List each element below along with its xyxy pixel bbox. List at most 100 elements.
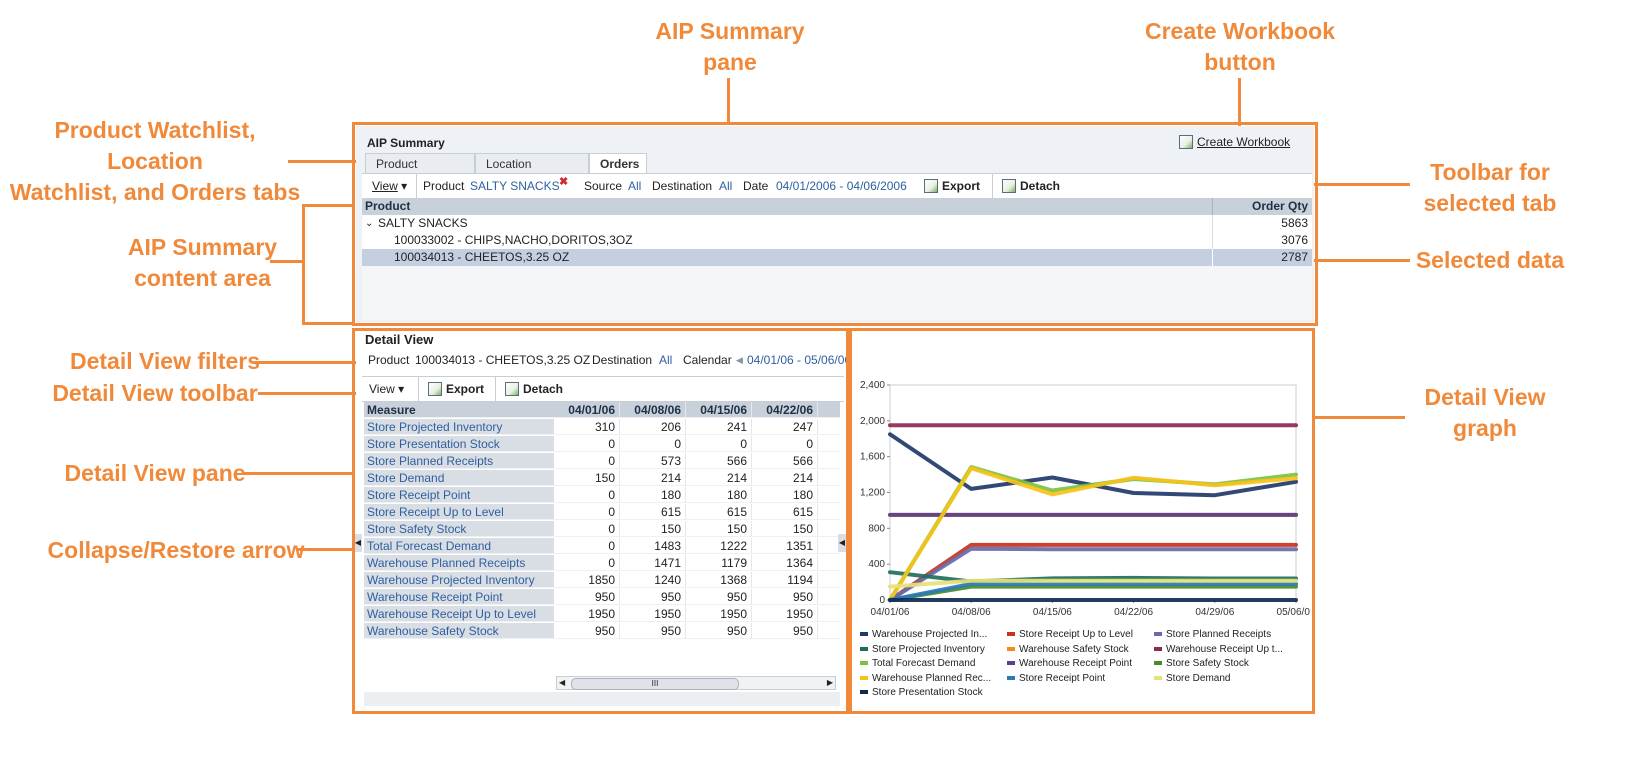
chevron-down-icon: ▾ xyxy=(398,382,405,396)
measure-value: 1950 xyxy=(752,606,818,622)
aip-table-header: Product Order Qty xyxy=(362,198,1312,215)
expand-chevron-icon[interactable]: ⌄ xyxy=(365,215,373,232)
measure-value-overflow xyxy=(818,555,840,571)
aip-date-value[interactable]: 04/01/2006 - 04/06/2006 xyxy=(776,174,907,198)
callout-create-workbook-button: Create Workbook button xyxy=(1144,18,1335,75)
detail-destination-value[interactable]: All xyxy=(659,350,672,370)
measure-value: 1950 xyxy=(554,606,620,622)
detail-detach-button[interactable]: Detach xyxy=(505,377,563,401)
detail-view-menu[interactable]: View ▾ xyxy=(369,377,404,401)
table-row[interactable]: Warehouse Receipt Point 950 950 950 950 xyxy=(364,589,840,606)
y-tick-label: 2,000 xyxy=(860,416,885,427)
aip-detach-button[interactable]: Detach xyxy=(1002,174,1060,198)
measure-value: 566 xyxy=(752,453,818,469)
aip-date-label: Date xyxy=(743,179,769,193)
legend-swatch xyxy=(860,632,868,637)
legend-item: Store Presentation Stock xyxy=(860,686,983,700)
table-row[interactable]: ⌄ SALTY SNACKS 5863 xyxy=(362,215,1312,232)
measure-value: 1950 xyxy=(686,606,752,622)
measure-name[interactable]: Warehouse Planned Receipts xyxy=(364,555,554,571)
col-measure[interactable]: Measure xyxy=(364,402,554,418)
scroll-right-icon[interactable]: ▶ xyxy=(827,677,833,689)
row-product: SALTY SNACKS xyxy=(378,216,468,230)
legend-label: Store Receipt Point xyxy=(1019,672,1106,684)
table-row[interactable]: Store Projected Inventory 310 206 241 247 xyxy=(364,419,840,436)
aip-product-value[interactable]: SALTY SNACKS xyxy=(470,174,560,198)
measure-name[interactable]: Total Forecast Demand xyxy=(364,538,554,554)
col-date[interactable]: 04/15/06 xyxy=(686,402,752,418)
measure-name[interactable]: Store Presentation Stock xyxy=(364,436,554,452)
measure-name[interactable]: Store Receipt Up to Level xyxy=(364,504,554,520)
scroll-thumb[interactable]: III xyxy=(571,678,739,690)
col-order-qty[interactable]: Order Qty xyxy=(1252,198,1308,215)
measure-name[interactable]: Store Projected Inventory xyxy=(364,419,554,435)
aip-destination-label: Destination xyxy=(652,179,713,193)
measure-name[interactable]: Store Receipt Point xyxy=(364,487,554,503)
callout-watchlist-tabs: Product Watchlist, Location Watchlist, a… xyxy=(9,117,301,205)
table-row[interactable]: Store Receipt Up to Level 0 615 615 615 xyxy=(364,504,840,521)
table-row[interactable]: Warehouse Receipt Up to Level 1950 1950 195… xyxy=(364,606,840,623)
table-row[interactable]: Store Demand 150 214 214 214 xyxy=(364,470,840,487)
measure-value: 150 xyxy=(752,521,818,537)
detail-export-button[interactable]: Export xyxy=(428,377,484,401)
aip-source-value[interactable]: All xyxy=(628,174,641,198)
detail-horizontal-scrollbar[interactable]: ◀ III ▶ xyxy=(556,676,836,690)
table-row[interactable]: Warehouse Planned Receipts 0 1471 1179 1364 xyxy=(364,555,840,572)
aip-summary-pane: AIP Summary Create Workbook Product Watc… xyxy=(356,126,1314,322)
measure-name[interactable]: Warehouse Safety Stock xyxy=(364,623,554,639)
table-row-selected[interactable]: 100034013 - CHEETOS,3.25 OZ 2787 xyxy=(362,249,1312,266)
tab-location-watchlist[interactable]: Location Watchlist xyxy=(475,153,589,191)
col-date[interactable]: 04/22/06 xyxy=(752,402,818,418)
tab-orders[interactable]: Orders xyxy=(589,153,647,173)
table-row[interactable]: Total Forecast Demand 0 1483 1222 1351 xyxy=(364,538,840,555)
measure-name[interactable]: Warehouse Projected Inventory xyxy=(364,572,554,588)
measure-value-overflow xyxy=(818,453,840,469)
legend-swatch xyxy=(860,661,868,666)
y-tick-label: 400 xyxy=(868,559,885,570)
aip-destination-value[interactable]: All xyxy=(719,174,732,198)
measure-name[interactable]: Store Planned Receipts xyxy=(364,453,554,469)
legend-item: Store Receipt Up to Level xyxy=(1007,628,1133,642)
aip-view-menu[interactable]: View ▾ xyxy=(372,174,407,198)
detail-table-header: Measure 04/01/06 04/08/06 04/15/06 04/22… xyxy=(364,402,840,419)
col-date[interactable]: 04/01/06 xyxy=(554,402,620,418)
col-date[interactable]: 04/08/06 xyxy=(620,402,686,418)
remove-filter-icon[interactable]: ✖ xyxy=(559,170,568,194)
measure-value: 214 xyxy=(620,470,686,486)
table-row[interactable]: Warehouse Safety Stock 950 950 950 950 xyxy=(364,623,840,640)
measure-name[interactable]: Store Demand xyxy=(364,470,554,486)
table-row[interactable]: Store Receipt Point 0 180 180 180 xyxy=(364,487,840,504)
scroll-left-icon[interactable]: ◀ xyxy=(559,677,565,689)
legend-item: Warehouse Receipt Point xyxy=(1007,657,1132,671)
callout-aip-content-area: AIP Summary content area xyxy=(127,234,278,291)
detach-icon xyxy=(1002,179,1016,193)
measure-name[interactable]: Store Safety Stock xyxy=(364,521,554,537)
tab-product-watchlist[interactable]: Product Watchlist xyxy=(365,153,475,191)
measure-name[interactable]: Warehouse Receipt Point xyxy=(364,589,554,605)
export-icon xyxy=(428,382,442,396)
export-icon xyxy=(924,179,938,193)
create-workbook-button[interactable]: Create Workbook xyxy=(1179,132,1290,152)
legend-label: Warehouse Projected In... xyxy=(872,629,988,640)
measure-value: 1471 xyxy=(620,555,686,571)
table-row[interactable]: 100033002 - CHIPS,NACHO,DORITOS,3OZ 3076 xyxy=(362,232,1312,249)
measure-name[interactable]: Warehouse Receipt Up to Level xyxy=(364,606,554,622)
table-row[interactable]: Store Safety Stock 0 150 150 150 xyxy=(364,521,840,538)
collapse-left-arrow-icon[interactable]: ◀ xyxy=(354,534,362,552)
aip-tab-strip: Product Watchlist Location Watchlist Ord… xyxy=(365,153,1310,191)
col-product[interactable]: Product xyxy=(365,198,410,215)
calendar-prev-icon[interactable]: ◀ xyxy=(736,350,743,370)
table-row[interactable]: Store Planned Receipts 0 573 566 566 xyxy=(364,453,840,470)
measure-value-overflow xyxy=(818,538,840,554)
table-row[interactable]: Warehouse Projected Inventory 1850 1240 136… xyxy=(364,572,840,589)
aip-export-label: Export xyxy=(942,179,981,193)
measure-value: 950 xyxy=(620,589,686,605)
measure-value-overflow xyxy=(818,436,840,452)
aip-export-button[interactable]: Export xyxy=(924,174,980,198)
detail-calendar-value[interactable]: 04/01/06 - 05/06/06 xyxy=(747,350,851,370)
table-row[interactable]: Store Presentation Stock 0 0 0 0 xyxy=(364,436,840,453)
collapse-right-arrow-icon[interactable]: ◀ xyxy=(838,534,846,552)
chart-legend: Warehouse Projected In... Store Receipt U… xyxy=(852,628,1310,708)
legend-swatch xyxy=(1007,675,1015,680)
detail-detach-label: Detach xyxy=(523,382,564,396)
